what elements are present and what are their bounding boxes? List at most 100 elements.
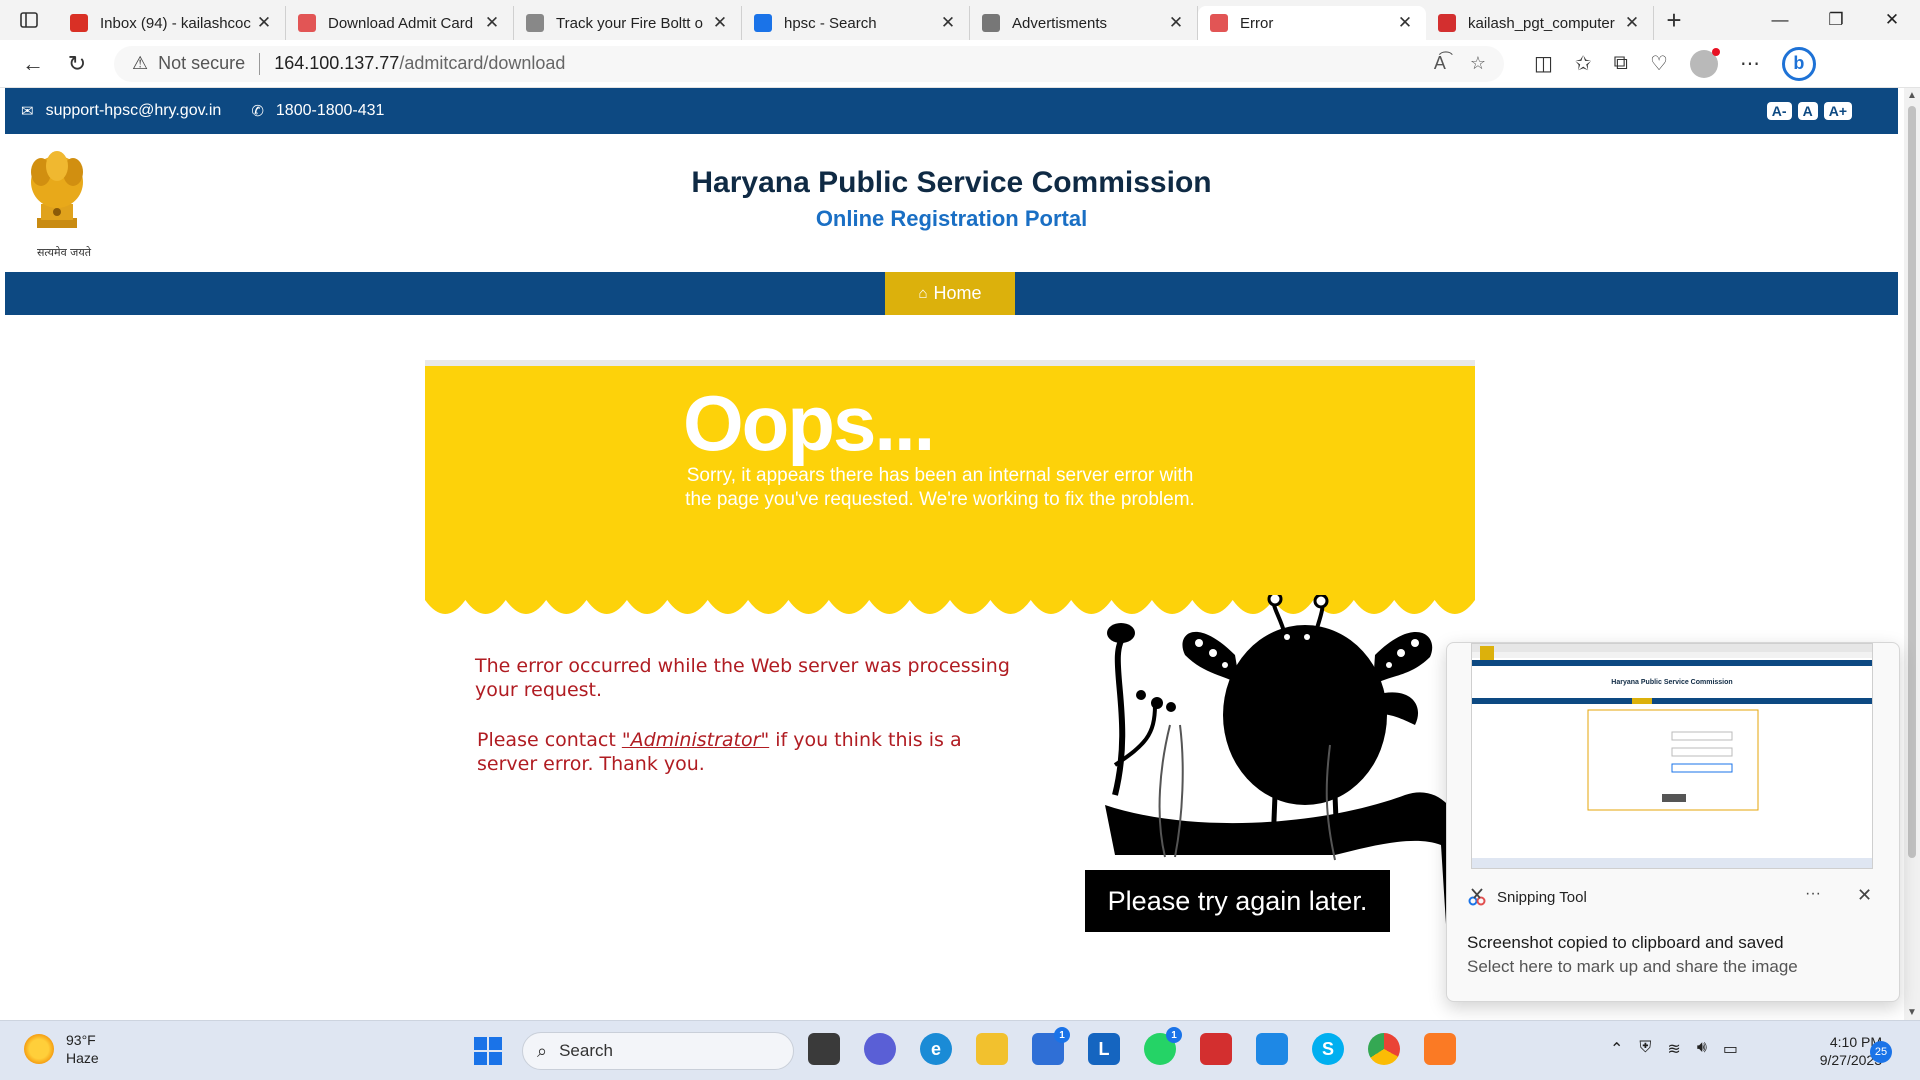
clock-date: 9/27/2023 (1819, 1052, 1882, 1068)
address-bar[interactable]: ⚠ Not secure 164.100.137.77/admitcard/do… (114, 45, 1504, 82)
start-button[interactable] (474, 1037, 502, 1065)
tab-title: kailash_pgt_computer (1468, 14, 1615, 32)
store-icon[interactable]: 1 (1032, 1027, 1070, 1065)
maximize-button[interactable]: ❐ (1808, 10, 1864, 30)
tab-close-button[interactable]: ✕ (1167, 13, 1185, 33)
page-scrollbar[interactable]: ▲ ▼ (1904, 88, 1920, 1020)
security-tray-icon[interactable]: ⛨ (1639, 1039, 1651, 1059)
try-again-sign: Please try again later. (1085, 870, 1390, 932)
browser-tab[interactable]: Advertisments ✕ (970, 6, 1198, 40)
browser-essentials-icon[interactable]: ♡ (1650, 51, 1668, 76)
browser-tab[interactable]: Track your Fire Boltt o ✕ (514, 6, 742, 40)
vscode-icon[interactable] (1256, 1033, 1288, 1065)
tab-close-button[interactable]: ✕ (255, 13, 273, 33)
contact-prefix: Please contact (477, 729, 622, 751)
emblem-caption: सत्यमेव जयते (36, 246, 91, 259)
screenshot-thumbnail[interactable]: Haryana Public Service Commission (1471, 643, 1873, 869)
reload-button[interactable]: ↻ (56, 46, 98, 82)
weather-widget[interactable]: 93°F Haze (24, 1031, 99, 1067)
taskbar-clock[interactable]: 4:10 PM 9/27/2023 (1792, 1033, 1882, 1069)
mcafee-icon[interactable] (1200, 1033, 1232, 1065)
scroll-up-icon[interactable]: ▲ (1907, 90, 1917, 101)
tab-close-button[interactable]: ✕ (483, 13, 501, 33)
wifi-icon[interactable]: ≋ (1667, 1039, 1680, 1059)
scrollbar-thumb[interactable] (1908, 106, 1916, 858)
back-button[interactable]: ← (12, 46, 54, 82)
file-explorer-icon[interactable] (976, 1033, 1008, 1065)
administrator-link[interactable]: "Administrator" (622, 729, 769, 751)
battery-icon[interactable]: ▭ (1723, 1039, 1738, 1059)
volume-icon[interactable]: 🔊︎ (1697, 1039, 1707, 1059)
nav-home-label: Home (933, 283, 982, 303)
task-view-icon[interactable] (808, 1033, 840, 1065)
tab-close-button[interactable]: ✕ (939, 13, 957, 33)
font-decrease-button[interactable]: A- (1766, 102, 1792, 120)
new-tab-button[interactable]: + (1654, 5, 1694, 36)
hpsc-logo-icon (982, 14, 1000, 32)
tab-title: Download Admit Card (328, 14, 474, 32)
browser-tab[interactable]: hpsc - Search ✕ (742, 6, 970, 40)
weather-condition: Haze (66, 1050, 99, 1066)
home-icon: ⌂ (918, 285, 928, 302)
bing-copilot-icon[interactable]: b (1781, 46, 1816, 81)
support-email[interactable]: support-hpsc@hry.gov.in (46, 102, 222, 120)
favorites-icon[interactable]: ✩ (1575, 51, 1592, 76)
browser-tab[interactable]: kailash_pgt_computer ✕ (1426, 6, 1654, 40)
notification-badge[interactable]: 25 (1870, 1041, 1892, 1063)
clock-time: 4:10 PM (1829, 1034, 1882, 1050)
profile-avatar[interactable] (1689, 47, 1720, 78)
browser-tab[interactable]: Error ✕ (1198, 6, 1426, 40)
browser-tab[interactable]: Inbox (94) - kailashcoc ✕ (58, 6, 286, 40)
font-reset-button[interactable]: A (1797, 102, 1818, 120)
weather-temp: 93°F (66, 1032, 96, 1048)
xampp-icon[interactable] (1424, 1033, 1456, 1065)
tab-title: Track your Fire Boltt o (556, 14, 703, 32)
edge-icon[interactable]: e (920, 1033, 952, 1065)
whatsapp-icon[interactable]: 1 (1144, 1027, 1182, 1065)
skype-icon[interactable]: S (1312, 1033, 1344, 1065)
whatsapp-badge: 1 (1166, 1027, 1182, 1043)
hpsc-logo-icon (298, 14, 316, 32)
tab-close-button[interactable]: ✕ (711, 13, 729, 33)
split-screen-icon[interactable]: ◫ (1534, 51, 1553, 76)
l-app-icon[interactable]: L (1088, 1033, 1120, 1065)
tab-title: Advertisments (1012, 14, 1108, 32)
support-phone[interactable]: 1800-1800-431 (276, 102, 385, 120)
store-badge: 1 (1054, 1027, 1070, 1043)
pdf-icon (1438, 14, 1456, 32)
security-status[interactable]: Not secure (158, 53, 245, 74)
contact-strip: ✉ support-hpsc@hry.gov.in ✆ 1800-1800-43… (5, 88, 1898, 134)
teams-chat-icon[interactable] (864, 1033, 896, 1065)
nav-home-button[interactable]: ⌂ Home (885, 272, 1015, 315)
hpsc-logo-icon (1210, 14, 1228, 32)
toast-close-button[interactable]: ✕ (1857, 885, 1872, 906)
tab-actions-button[interactable] (0, 0, 58, 40)
tab-close-button[interactable]: ✕ (1396, 13, 1414, 33)
tab-title: Inbox (94) - kailashcoc (100, 14, 251, 32)
thumbnail-preview-icon: Haryana Public Service Commission (1472, 644, 1872, 868)
error-description: Sorry, it appears there has been an inte… (685, 465, 1195, 510)
close-window-button[interactable]: ✕ (1864, 10, 1920, 30)
reload-icon: ↻ (67, 50, 87, 76)
chevron-up-icon[interactable]: ⌃ (1610, 1039, 1623, 1059)
more-menu-icon[interactable]: ⋯ (1740, 51, 1760, 76)
scroll-down-icon[interactable]: ▼ (1907, 1007, 1917, 1018)
national-emblem: सत्यमेव जयते (19, 142, 95, 260)
url-host: 164.100.137.77 (274, 53, 400, 73)
toast-more-button[interactable]: ··· (1805, 885, 1821, 903)
error-heading: Oops... (683, 379, 935, 467)
snipping-tool-notification[interactable]: Haryana Public Service Commission Snippi… (1446, 642, 1900, 1002)
read-aloud-icon[interactable]: A͡ (1434, 53, 1446, 74)
browser-tab-bar: Inbox (94) - kailashcoc ✕ Download Admit C… (0, 0, 1920, 40)
collections-icon[interactable]: ⧉ (1614, 52, 1628, 75)
star-icon[interactable]: ☆ (1470, 53, 1486, 74)
bolt-icon (526, 14, 544, 32)
font-increase-button[interactable]: A+ (1823, 102, 1852, 120)
toast-title: Screenshot copied to clipboard and saved (1467, 933, 1784, 952)
browser-tab[interactable]: Download Admit Card ✕ (286, 6, 514, 40)
taskbar-search[interactable]: ⌕ Search (522, 1032, 794, 1070)
minimize-button[interactable]: — (1752, 10, 1808, 30)
tab-close-button[interactable]: ✕ (1623, 13, 1641, 33)
toast-app-name: Snipping Tool (1497, 889, 1587, 906)
chrome-icon[interactable] (1368, 1033, 1400, 1065)
